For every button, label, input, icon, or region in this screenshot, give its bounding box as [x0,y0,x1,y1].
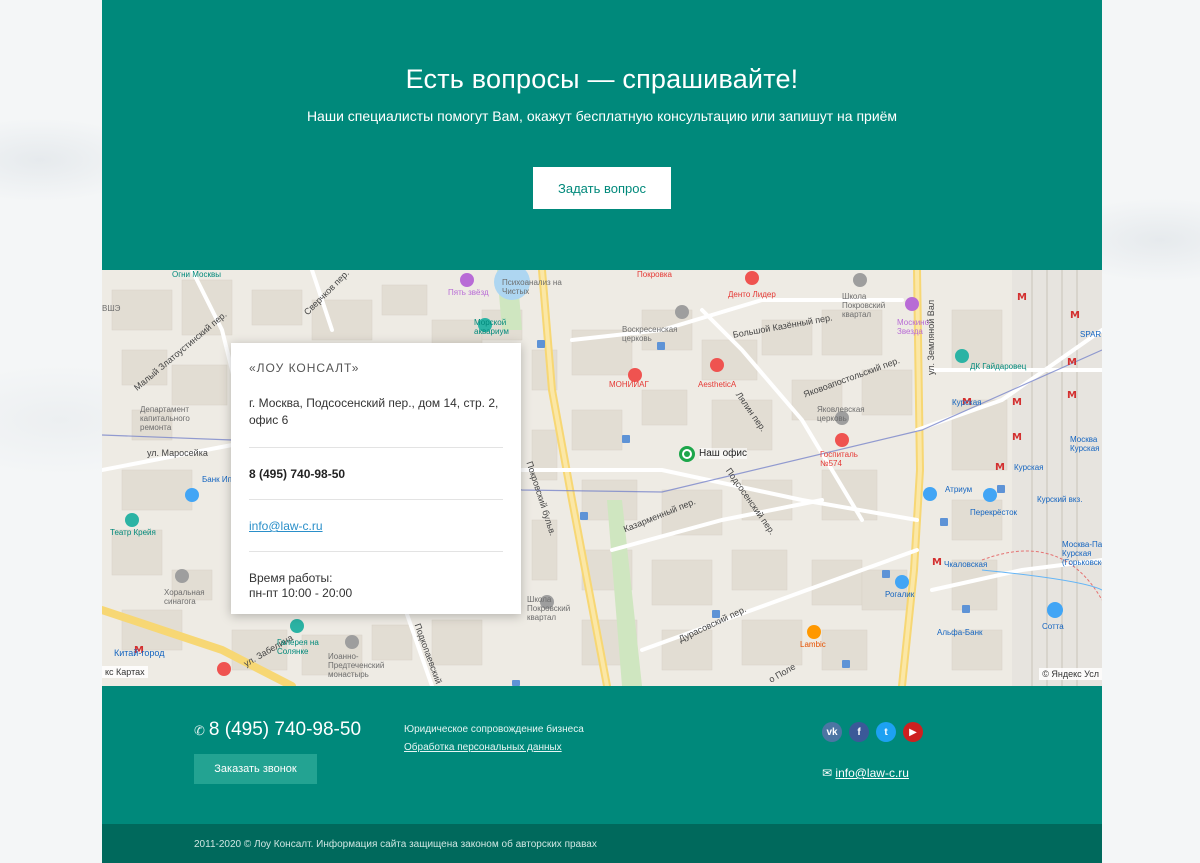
poi-label-gaydarovets: ДК Гайдаровец [970,362,1027,371]
poi-label-lambic: Lambic [800,640,826,649]
poi-label-moskino: Москино Звезда [897,318,930,336]
card-phone[interactable]: 8 (495) 740-98-50 [249,448,503,500]
card-company-name: «ЛОУ КОНСАЛТ» [249,361,360,375]
metro-label-kitay-gorod: Китай-город [114,648,165,658]
svg-text:M: M [1012,432,1022,443]
order-call-button[interactable]: Заказать звонок [194,754,317,784]
site-footer: ✆ 8 (495) 740-98-50 Заказать звонок Юриди… [102,686,1102,824]
svg-text:M: M [932,557,942,568]
svg-text:M: M [1070,310,1080,321]
poi-label-bank: Банк Ип [202,475,232,484]
poi-label-galereya: Галерея на Солянке [277,638,319,656]
poi-label-teatr: Театр Крейя [110,528,156,537]
card-email-link[interactable]: info@law-c.ru [249,500,503,552]
poi-label-voskresenskaya: Воскресенская церковь [622,325,678,343]
poi-label-spar: SPAR [1080,330,1102,339]
street-label-zemlyanoy-val: ул. Земляной Вал [926,299,936,375]
social-links: vk f t ▶ [822,722,923,742]
office-location-pin[interactable] [679,446,695,462]
poi-label-pyat-zvezd: Пять звёзд [448,288,489,297]
poi-label-ioanno: Иоанно-Предтеченский монастырь [328,652,385,679]
footer-service-text: Юридическое сопровождение бизнеса [404,724,584,735]
footer-phone-number[interactable]: 8 (495) 740-98-50 [209,719,361,740]
office-location-label: Наш офис [699,448,747,459]
poi-label-khoralnaya: Хоральная синагога [164,588,205,606]
poi-label-vshe: ВШЭ [102,304,121,313]
poi-label-moskva-pass: Москва-Пасс.-Курская (Горьковское) [1062,540,1102,567]
poi-label-moniag: МОНИИАГ [609,380,649,389]
metro-label-kurskaya-2: Курская [1014,463,1044,472]
poi-label-ogni: Огни Москвы [172,270,221,279]
footer-email-link[interactable]: info@law-c.ru [835,766,909,780]
poi-label-perekrestok: Перекрёсток [970,508,1018,517]
poi-label-moskva-kurskaya: Москва Курская [1070,435,1100,453]
copyright-bar: 2011-2020 © Лоу Консалт. Информация сайт… [102,824,1102,863]
poi-label-departament: Департамент капитального ремонта [140,405,190,432]
vk-icon[interactable]: vk [822,722,842,742]
svg-text:M: M [1012,397,1022,408]
contact-card: «ЛОУ КОНСАЛТ» г. Москва, Подсосенский пе… [231,343,521,614]
hero-subtitle: Наши специалисты помогут Вам, окажут бес… [306,108,898,124]
phone-icon: ✆ [194,723,205,738]
card-hours-value: пн-пт 10:00 - 20:00 [249,586,353,600]
poi-label-yakovlevskaya: Яковлевская церковь [817,405,865,423]
poi-label-rogalik: Рогалик [885,590,915,599]
poi-label-aesthetica: AestheticA [698,380,737,389]
twitter-icon[interactable]: t [876,722,896,742]
open-in-maps-link[interactable]: кс Картах [102,666,148,678]
card-hours-label: Время работы: [249,571,333,585]
office-map[interactable]: MMM MMM MMM M ул. Маросейка Покровский б… [102,270,1102,686]
poi-label-alfa-bank: Альфа-Банк [937,628,983,637]
poi-label-school-2: Школа Покровский квартал [527,595,571,622]
card-address: г. Москва, Подсосенский пер., дом 14, ст… [249,395,503,448]
card-working-hours: Время работы: пн-пт 10:00 - 20:00 [249,552,503,601]
svg-text:M: M [995,462,1005,473]
facebook-icon[interactable]: f [849,722,869,742]
contact-hero: Есть вопросы — спрашивайте! Наши специал… [102,0,1102,270]
page-content: Есть вопросы — спрашивайте! Наши специал… [102,0,1102,863]
poi-label-dento: Денто Лидер [728,290,776,299]
poi-label-atrium: Атриум [945,485,973,494]
poi-label-kursky-vokzal: Курский вкз. [1037,495,1083,504]
street-label-maroseyka: ул. Маросейка [147,448,208,458]
svg-text:M: M [1067,390,1077,401]
footer-email: ✉ info@law-c.ru [822,766,909,780]
ask-question-button[interactable]: Задать вопрос [533,167,671,209]
metro-label-kurskaya: Курская [952,398,982,407]
youtube-icon[interactable]: ▶ [903,722,923,742]
poi-label-psikhoanaliz: Психоанализ на Чистых [502,278,562,296]
hero-title: Есть вопросы — спрашивайте! [405,64,799,94]
footer-phone[interactable]: ✆ 8 (495) 740-98-50 [194,719,361,741]
svg-text:M: M [1017,292,1027,303]
privacy-policy-link[interactable]: Обработка персональных данных [404,742,562,753]
svg-text:M: M [1067,357,1077,368]
poi-label-school-1: Школа Покровский квартал [842,292,886,319]
metro-label-chkalovskaya: Чкаловская [944,560,988,569]
map-copyright[interactable]: © Яндекс Усл [1039,668,1102,680]
poi-label-pokrovka: Покровка [637,270,672,279]
mail-icon: ✉ [822,766,833,780]
poi-label-gospital: Госпиталь №574 [820,450,858,468]
poi-label-sotta: Сотта [1042,622,1064,631]
copyright-text: 2011-2020 © Лоу Консалт. Информация сайт… [194,839,597,850]
poi-label-aquarium: Морской аквариум [474,318,509,336]
